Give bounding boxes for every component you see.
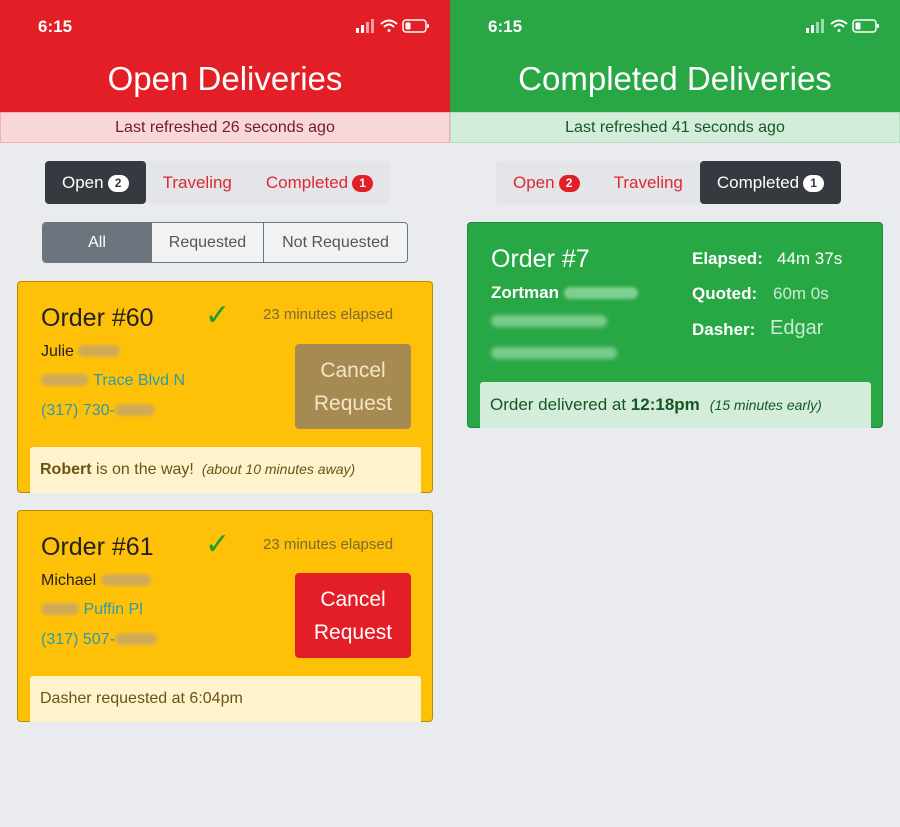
dasher-status-text: is on the way!: [91, 461, 194, 478]
customer-first-name: Michael: [41, 572, 97, 589]
order-title: Order #7: [491, 245, 590, 273]
tab-completed-label: Completed: [716, 173, 800, 192]
elapsed-time: 23 minutes elapsed: [263, 536, 394, 553]
customer-phone[interactable]: (317) 730-: [41, 402, 155, 420]
battery-icon: [852, 19, 879, 33]
header-bar: 6:15 Completed Deliveries: [450, 0, 900, 112]
delivered-note: (15 minutes early): [709, 397, 822, 413]
redacted-name: [563, 287, 638, 299]
status-icons: [806, 19, 879, 33]
wifi-icon: [830, 19, 848, 32]
redacted-address-line: [491, 315, 607, 327]
dasher-status-footer: Dasher requested at 6:04pm: [30, 676, 421, 722]
tab-open-count-badge: 2: [107, 175, 129, 192]
redacted-surname: [100, 574, 151, 586]
dasher-status-text: Dasher requested at 6:04pm: [40, 690, 243, 707]
tab-completed-label: Completed: [265, 173, 349, 192]
order-card-61: Order #61 ✓ 23 minutes elapsed Michael P…: [17, 510, 433, 722]
dasher-value: Edgar: [770, 317, 824, 339]
delivery-status-footer: Order delivered at 12:18pm (15 minutes ea…: [480, 382, 871, 428]
tab-open-label: Open: [513, 173, 555, 192]
tab-traveling-label: Traveling: [162, 173, 232, 192]
tab-completed-count-badge: 1: [803, 175, 825, 192]
elapsed-time: 23 minutes elapsed: [263, 306, 394, 323]
dasher-status-footer: Robert is on the way! (about 10 minutes a…: [30, 447, 421, 493]
last-refreshed-banner: Last refreshed 26 seconds ago: [0, 112, 450, 143]
tab-open-label: Open: [62, 173, 104, 192]
dasher-eta: (about 10 minutes away): [201, 461, 356, 477]
request-filter-group: All Requested Not Requested: [42, 222, 408, 263]
dasher-label: Dasher:: [692, 320, 756, 339]
redacted-street-number: [41, 603, 79, 615]
cancel-request-button[interactable]: Cancel Request: [295, 573, 411, 658]
redacted-surname: [78, 345, 121, 357]
completed-order-card-7: Order #7 Zortman Elapsed: 44m 37s Quoted…: [467, 222, 883, 428]
elapsed-value: 44m 37s: [777, 249, 843, 268]
tab-open-count-badge: 2: [558, 175, 580, 192]
street-name: Trace Blvd N: [93, 372, 186, 389]
elapsed-label: Elapsed:: [692, 249, 763, 268]
cancel-button-line1: Cancel: [320, 359, 386, 382]
delivered-time: 12:18pm: [630, 395, 700, 414]
tab-open[interactable]: Open 2: [45, 161, 146, 204]
street-name: Puffin Pl: [83, 601, 143, 618]
customer-last-name: Zortman: [491, 283, 559, 302]
tab-completed[interactable]: Completed 1: [249, 161, 390, 204]
delivery-tabs: Open 2 Traveling Completed 1: [496, 161, 842, 204]
signal-icon: [356, 19, 374, 33]
dasher-name: Robert: [40, 461, 92, 478]
redacted-phone-digits: [114, 404, 155, 416]
wifi-icon: [380, 19, 398, 32]
tab-traveling-label: Traveling: [613, 173, 683, 192]
redacted-phone-digits: [114, 633, 157, 645]
tab-completed[interactable]: Completed 1: [699, 161, 842, 204]
filter-all-button[interactable]: All: [43, 223, 151, 262]
quoted-label: Quoted:: [692, 284, 758, 303]
delivered-text: Order delivered at: [490, 395, 631, 414]
signal-icon: [806, 19, 824, 33]
phone-prefix: (317) 730-: [41, 402, 115, 419]
check-icon: ✓: [205, 299, 231, 332]
status-time: 6:15: [38, 17, 73, 36]
last-refreshed-banner: Last refreshed 41 seconds ago: [450, 112, 900, 143]
cancel-button-line2: Request: [313, 392, 393, 415]
open-deliveries-screen: 6:15 Open Deliveries Last refreshed 26 s…: [0, 0, 450, 827]
page-title: Completed Deliveries: [518, 60, 832, 97]
cancel-button-line1: Cancel: [320, 588, 386, 611]
tab-traveling[interactable]: Traveling: [146, 161, 249, 204]
header-bar: 6:15 Open Deliveries: [0, 0, 450, 112]
cancel-button-line2: Request: [313, 621, 393, 644]
redacted-street-number: [41, 374, 89, 386]
customer-phone[interactable]: (317) 507-: [41, 631, 157, 649]
battery-icon: [402, 19, 429, 33]
customer-name: Zortman: [491, 283, 638, 303]
quoted-value: 60m 0s: [773, 284, 829, 303]
redacted-phone-line: [491, 347, 617, 359]
delivery-tabs: Open 2 Traveling Completed 1: [45, 161, 391, 204]
customer-address[interactable]: Trace Blvd N: [41, 372, 185, 390]
tab-open[interactable]: Open 2: [496, 161, 597, 204]
tab-traveling[interactable]: Traveling: [597, 161, 700, 204]
tab-completed-count-badge: 1: [352, 175, 374, 192]
customer-name: Julie: [41, 343, 121, 361]
order-title: Order #61: [41, 533, 154, 561]
phone-prefix: (317) 507-: [41, 631, 115, 648]
status-icons: [356, 19, 429, 33]
order-title: Order #60: [41, 304, 154, 332]
customer-first-name: Julie: [41, 343, 74, 360]
page-title: Open Deliveries: [107, 60, 343, 97]
filter-requested-button[interactable]: Requested: [151, 223, 263, 262]
customer-name: Michael: [41, 572, 151, 590]
filter-not-requested-button[interactable]: Not Requested: [263, 223, 407, 262]
order-card-60: Order #60 ✓ 23 minutes elapsed Julie Tra…: [17, 281, 433, 493]
status-time: 6:15: [488, 17, 523, 36]
check-icon: ✓: [205, 528, 231, 561]
customer-address[interactable]: Puffin Pl: [41, 601, 143, 619]
cancel-request-button[interactable]: Cancel Request: [295, 344, 411, 429]
